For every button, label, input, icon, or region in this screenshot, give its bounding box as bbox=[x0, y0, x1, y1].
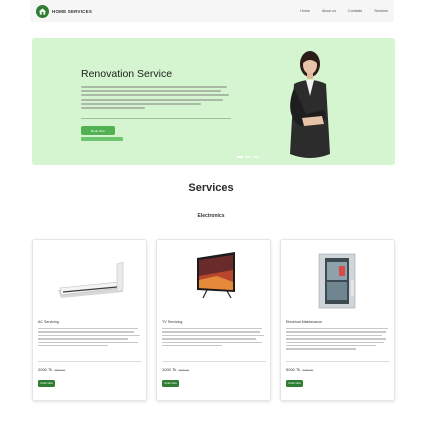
nav-links: Home About us Contacts Services bbox=[300, 9, 388, 13]
air-conditioner-icon bbox=[33, 240, 146, 312]
card-description bbox=[286, 328, 390, 352]
card-divider bbox=[38, 361, 142, 362]
hero-title: Renovation Service bbox=[81, 68, 173, 80]
nav-link-contacts[interactable]: Contacts bbox=[348, 9, 362, 13]
card-title: Electrical Maintenance bbox=[286, 320, 323, 324]
service-card-ac: AC Servicing 2000 Tk 2500 Tk Order Now bbox=[32, 239, 147, 401]
services-heading: Services bbox=[188, 182, 234, 194]
carousel-indicators[interactable] bbox=[237, 156, 259, 158]
card-price: 1000 Tk 1500 Tk bbox=[162, 367, 189, 372]
hero-banner: Renovation Service Book Now bbox=[32, 38, 395, 165]
brand[interactable]: HOME SERVICES bbox=[36, 4, 93, 18]
card-price: 2000 Tk 2500 Tk bbox=[38, 367, 65, 372]
card-description bbox=[38, 328, 142, 348]
price-current: 2000 Tk bbox=[38, 367, 53, 372]
navbar: HOME SERVICES Home About us Contacts Ser… bbox=[30, 0, 394, 22]
price-old: 1500 Tk bbox=[178, 368, 190, 372]
price-current: 5000 Tk bbox=[286, 367, 301, 372]
order-now-button[interactable]: Order Now bbox=[38, 380, 55, 387]
hero-divider bbox=[81, 118, 231, 119]
person-image bbox=[290, 51, 330, 158]
television-icon bbox=[157, 240, 270, 312]
card-divider bbox=[162, 361, 266, 362]
fridge-icon bbox=[281, 240, 394, 312]
card-description bbox=[162, 328, 266, 348]
price-old: 2500 Tk bbox=[54, 368, 66, 372]
card-title: AC Servicing bbox=[38, 320, 59, 324]
nav-link-services[interactable]: Services bbox=[374, 9, 388, 13]
card-title: TV Servicing bbox=[162, 320, 183, 324]
carousel-dot[interactable] bbox=[253, 156, 259, 158]
hero-description bbox=[81, 86, 231, 111]
carousel-dot[interactable] bbox=[245, 156, 251, 158]
price-old: 7000 Tk bbox=[302, 368, 314, 372]
nav-link-about[interactable]: About us bbox=[322, 9, 336, 13]
carousel-dot[interactable] bbox=[237, 156, 243, 158]
card-price: 5000 Tk 7000 Tk bbox=[286, 367, 313, 372]
service-card-electrical: Electrical Maintenance 5000 Tk 7000 Tk Or… bbox=[280, 239, 395, 401]
card-divider bbox=[286, 361, 390, 362]
price-current: 1000 Tk bbox=[162, 367, 177, 372]
book-now-button[interactable]: Book Now bbox=[81, 126, 115, 135]
category-label: Electronics bbox=[197, 213, 225, 219]
wrench-house-icon bbox=[36, 4, 49, 18]
nav-link-home[interactable]: Home bbox=[300, 9, 310, 13]
page: HOME SERVICES Home About us Contacts Ser… bbox=[0, 0, 422, 422]
order-now-button[interactable]: Order Now bbox=[286, 380, 303, 387]
order-now-button[interactable]: Order Now bbox=[162, 380, 179, 387]
brand-name: HOME SERVICES bbox=[52, 8, 93, 14]
hero-decoration bbox=[81, 137, 123, 141]
service-card-tv: TV Servicing 1000 Tk 1500 Tk Order Now bbox=[156, 239, 271, 401]
